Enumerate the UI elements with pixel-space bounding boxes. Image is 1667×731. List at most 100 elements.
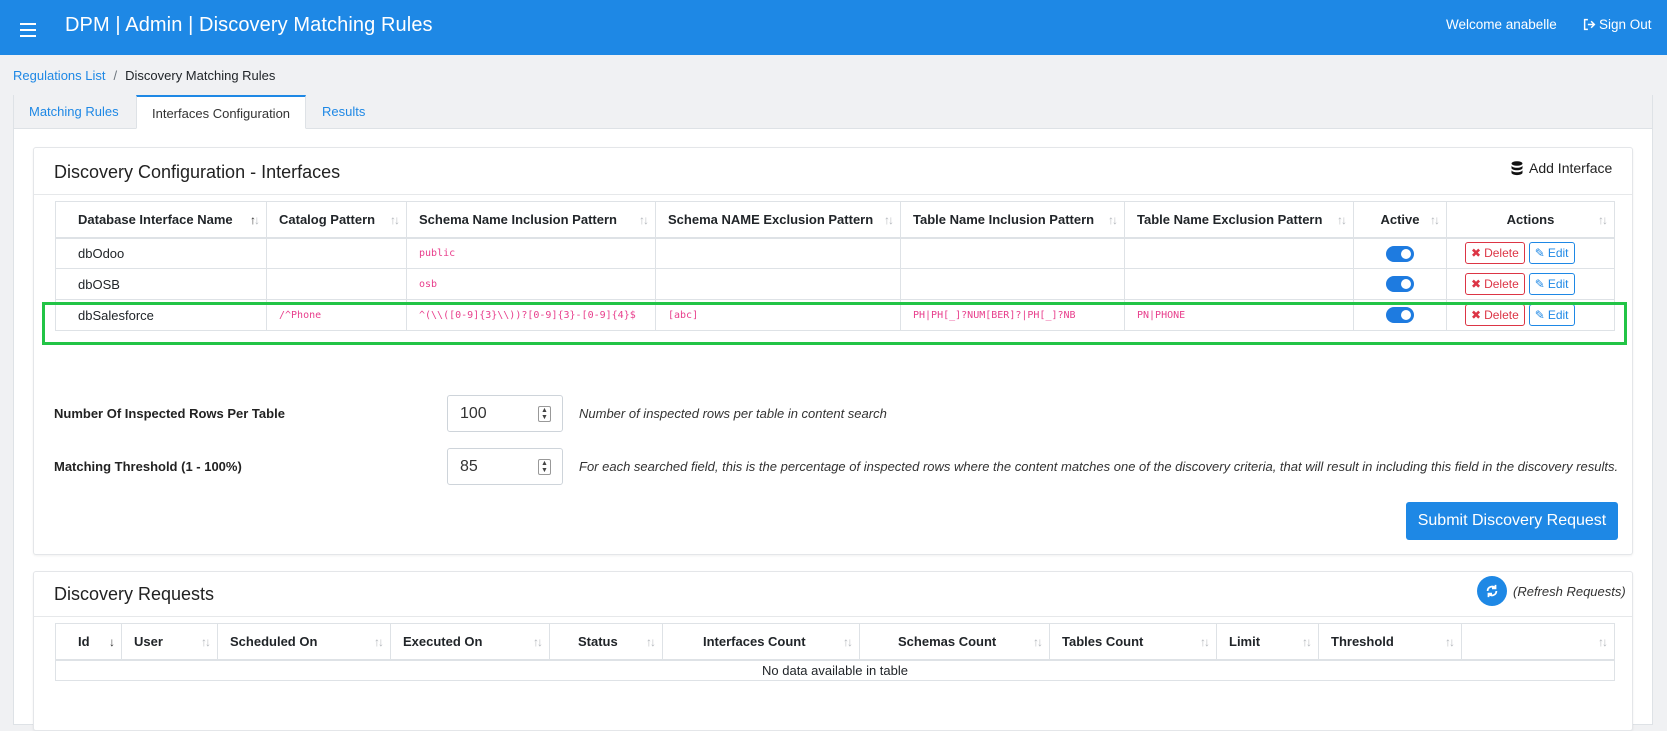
table-exclusion <box>1124 268 1354 300</box>
schema-exclusion: [abc] <box>655 299 901 331</box>
sign-out-icon <box>1583 18 1596 31</box>
table-inclusion: PH|PH[_]?NUM[BER]?|PH[_]?NB <box>900 299 1125 331</box>
breadcrumb-regulations-list[interactable]: Regulations List <box>13 68 106 83</box>
col-user[interactable]: User ↑↓ <box>121 623 218 661</box>
col-interfaces-count[interactable]: Interfaces Count ↑↓ <box>662 623 860 661</box>
catalog-pattern <box>266 237 407 269</box>
interface-name: dbSalesforce <box>55 299 267 331</box>
col-db-interface-name[interactable]: Database Interface Name ↑↓ <box>55 201 267 239</box>
catalog-pattern <box>266 268 407 300</box>
delete-button[interactable]: ✖ Delete <box>1465 242 1525 265</box>
sort-icon: ↑↓ <box>639 213 649 227</box>
sort-icon: ↑↓ <box>250 213 260 227</box>
sort-icon: ↑↓ <box>1200 635 1210 649</box>
col-actions[interactable]: Actions ↑↓ <box>1446 201 1615 239</box>
actions-cell: ✖ Delete ✎ Edit <box>1446 237 1615 269</box>
col-active[interactable]: Active ↑↓ <box>1353 201 1447 239</box>
edit-button[interactable]: ✎ Edit <box>1528 242 1575 265</box>
col-threshold[interactable]: Threshold ↑↓ <box>1318 623 1462 661</box>
table-header-row: Id ↓ User ↑↓ Scheduled On ↑↓ Executed On ↑↓ … <box>55 623 1615 661</box>
active-toggle[interactable] <box>1386 307 1414 324</box>
submit-discovery-button[interactable]: Submit Discovery Request <box>1406 502 1618 540</box>
col-schema-inclusion[interactable]: Schema Name Inclusion Pattern ↑↓ <box>406 201 656 239</box>
sort-icon: ↑↓ <box>374 635 384 649</box>
refresh-label: (Refresh Requests) <box>1513 583 1626 599</box>
sort-icon: ↑↓ <box>1108 213 1118 227</box>
table-exclusion <box>1124 237 1354 269</box>
sort-icon: ↑↓ <box>390 213 400 227</box>
inspected-rows-input[interactable]: 100 ▲ ▼ <box>447 395 563 432</box>
threshold-label: Matching Threshold (1 - 100%) <box>54 459 242 474</box>
sort-icon: ↑↓ <box>1337 213 1347 227</box>
schema-exclusion <box>655 268 901 300</box>
spinner-icon[interactable]: ▲ ▼ <box>538 406 551 422</box>
table-header-row: Database Interface Name ↑↓ Catalog Patter… <box>55 201 1615 239</box>
delete-button[interactable]: ✖ Delete <box>1465 304 1525 326</box>
database-icon <box>1511 160 1523 175</box>
edit-icon: ✎ <box>1534 277 1545 291</box>
add-interface-label: Add Interface <box>1529 160 1613 176</box>
inspected-rows-help: Number of inspected rows per table in co… <box>579 406 887 421</box>
menu-icon[interactable] <box>20 14 36 40</box>
col-schema-exclusion[interactable]: Schema NAME Exclusion Pattern ↑↓ <box>655 201 901 239</box>
catalog-pattern: /^Phone <box>266 299 407 331</box>
col-table-exclusion[interactable]: Table Name Exclusion Pattern ↑↓ <box>1124 201 1354 239</box>
col-scheduled-on[interactable]: Scheduled On ↑↓ <box>217 623 391 661</box>
edit-icon: ✎ <box>1534 246 1545 261</box>
inspected-rows-value: 100 <box>460 405 487 422</box>
active-toggle[interactable] <box>1386 276 1414 293</box>
refresh-button[interactable] <box>1477 576 1507 606</box>
sort-icon: ↑↓ <box>1302 635 1312 649</box>
tab-results[interactable]: Results <box>307 95 380 129</box>
close-icon: ✖ <box>1471 246 1482 261</box>
edit-button[interactable]: ✎ Edit <box>1528 273 1575 295</box>
edit-icon: ✎ <box>1534 308 1545 322</box>
table-inclusion <box>900 268 1125 300</box>
table-row: dbSalesforce /^Phone ^(\\([0-9]{3}\\))?[… <box>55 299 1615 331</box>
requests-table: Id ↓ User ↑↓ Scheduled On ↑↓ Executed On ↑↓ … <box>55 623 1615 681</box>
interfaces-table: Database Interface Name ↑↓ Catalog Patter… <box>55 201 1615 331</box>
schema-inclusion: public <box>406 237 656 269</box>
top-navbar: DPM | Admin | Discovery Matching Rules W… <box>0 0 1667 55</box>
tab-matching-rules[interactable]: Matching Rules <box>14 95 134 129</box>
col-id[interactable]: Id ↓ <box>55 623 122 661</box>
discovery-requests-card: Discovery Requests (Refresh Requests) Id… <box>33 571 1633 731</box>
sort-icon: ↑↓ <box>884 213 894 227</box>
spinner-icon[interactable]: ▲ ▼ <box>538 459 551 475</box>
welcome-text: Welcome anabelle <box>1446 17 1557 32</box>
threshold-input[interactable]: 85 ▲ ▼ <box>447 448 563 485</box>
col-tables-count[interactable]: Tables Count ↑↓ <box>1049 623 1217 661</box>
breadcrumb-current: Discovery Matching Rules <box>125 68 276 83</box>
delete-button[interactable]: ✖ Delete <box>1465 273 1525 295</box>
edit-button[interactable]: ✎ Edit <box>1528 304 1575 326</box>
card-divider <box>34 194 1632 195</box>
col-status[interactable]: Status ↑↓ <box>549 623 663 661</box>
sort-icon: ↑↓ <box>646 635 656 649</box>
close-icon: ✖ <box>1471 308 1482 322</box>
col-catalog-pattern[interactable]: Catalog Pattern ↑↓ <box>266 201 407 239</box>
col-schemas-count[interactable]: Schemas Count ↑↓ <box>859 623 1050 661</box>
active-cell <box>1353 237 1447 269</box>
table-row: dbOSB osb ✖ Delete ✎ Edit <box>55 268 1615 300</box>
active-toggle[interactable] <box>1386 245 1414 262</box>
sort-icon: ↑↓ <box>843 635 853 649</box>
active-cell <box>1353 268 1447 300</box>
sort-icon: ↑↓ <box>1033 635 1043 649</box>
col-limit[interactable]: Limit ↑↓ <box>1216 623 1319 661</box>
sort-icon: ↑↓ <box>1598 213 1608 227</box>
actions-cell: ✖ Delete ✎ Edit <box>1446 268 1615 300</box>
col-executed-on[interactable]: Executed On ↑↓ <box>390 623 550 661</box>
sort-icon: ↑↓ <box>201 635 211 649</box>
breadcrumb-separator: / <box>113 68 118 83</box>
tab-interfaces-configuration[interactable]: Interfaces Configuration <box>136 95 307 129</box>
sort-icon: ↑↓ <box>1445 635 1455 649</box>
empty-table-message: No data available in table <box>55 659 1615 681</box>
add-interface-button[interactable]: Add Interface <box>1511 160 1612 176</box>
sign-out-link[interactable]: Sign Out <box>1583 17 1652 32</box>
col-extra[interactable]: ↑↓ <box>1461 623 1615 661</box>
col-table-inclusion[interactable]: Table Name Inclusion Pattern ↑↓ <box>900 201 1125 239</box>
threshold-value: 85 <box>460 458 478 475</box>
table-exclusion: PN|PHONE <box>1124 299 1354 331</box>
card-divider <box>34 616 1632 617</box>
actions-cell: ✖ Delete ✎ Edit <box>1446 299 1615 331</box>
